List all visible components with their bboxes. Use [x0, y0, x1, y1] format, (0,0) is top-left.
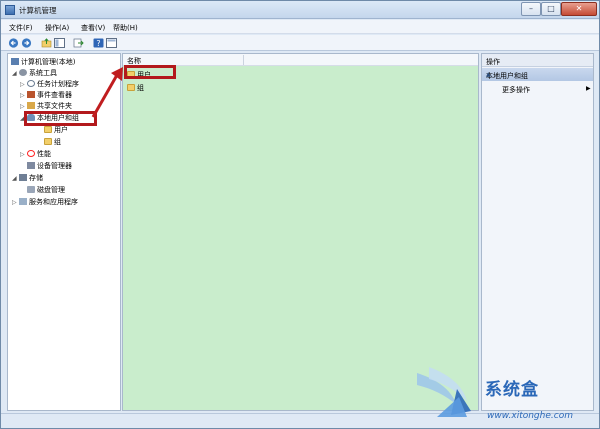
- collapse-triangle-icon[interactable]: ◢: [12, 173, 19, 184]
- submenu-arrow-icon[interactable]: ▶: [586, 85, 591, 92]
- help-icon[interactable]: ?: [93, 38, 104, 48]
- watermark-url: www.xitonghe.com: [487, 411, 573, 421]
- computer-icon: [11, 58, 19, 65]
- collapse-up-icon[interactable]: ▲: [486, 71, 590, 78]
- up-folder-icon[interactable]: [41, 38, 52, 48]
- tree-node-performance[interactable]: ▷ 性能: [20, 149, 51, 160]
- menu-help[interactable]: 帮助(H): [113, 23, 138, 33]
- expand-triangle-icon[interactable]: ▷: [20, 90, 27, 101]
- tree-node-groups[interactable]: 组: [44, 137, 61, 148]
- menu-file[interactable]: 文件(F): [9, 23, 33, 33]
- performance-icon: [27, 150, 35, 157]
- tree-node-storage[interactable]: ◢ 存储: [12, 173, 43, 184]
- highlight-box-users: [124, 65, 176, 79]
- disk-icon: [27, 186, 35, 193]
- computer-management-icon: [5, 5, 15, 15]
- window-title: 计算机管理: [19, 6, 57, 15]
- computer-management-window: 计算机管理 – □ ✕ 文件(F) 操作(A) 查看(V) 帮助(H) ? 计算…: [0, 0, 600, 429]
- title-bar: 计算机管理 – □ ✕: [1, 1, 599, 19]
- list-column-header: 名称: [123, 54, 478, 66]
- annotation-arrow: [91, 67, 123, 118]
- tree-node-event-viewer[interactable]: ▷ 事件查看器: [20, 90, 72, 101]
- actions-header: 操作: [482, 54, 593, 67]
- menu-bar: 文件(F) 操作(A) 查看(V) 帮助(H): [1, 20, 599, 34]
- tree-node-device-manager[interactable]: 设备管理器: [27, 161, 72, 172]
- content-list-pane: 名称 用户 组: [122, 53, 479, 411]
- forward-arrow-icon[interactable]: [21, 38, 32, 48]
- collapse-triangle-icon[interactable]: ◢: [12, 68, 19, 79]
- back-arrow-icon[interactable]: [8, 38, 19, 48]
- svg-text:?: ?: [96, 39, 100, 48]
- folder-icon: [44, 138, 52, 145]
- expand-triangle-icon[interactable]: ▷: [20, 79, 27, 90]
- maximize-button[interactable]: □: [541, 2, 561, 16]
- storage-icon: [19, 174, 27, 181]
- export-icon[interactable]: [73, 38, 84, 48]
- close-button[interactable]: ✕: [561, 2, 597, 16]
- toolbar: ?: [1, 35, 599, 51]
- shared-folder-icon: [27, 102, 35, 109]
- properties-icon[interactable]: [106, 38, 117, 48]
- menu-action[interactable]: 操作(A): [45, 23, 69, 33]
- column-divider[interactable]: [243, 55, 244, 65]
- tree-node-task-scheduler[interactable]: ▷ 任务计划程序: [20, 79, 79, 90]
- actions-section-local-users[interactable]: 本地用户和组 ▲: [482, 68, 593, 81]
- expand-triangle-icon[interactable]: ▷: [20, 149, 27, 160]
- minimize-button[interactable]: –: [521, 2, 541, 16]
- tree-node-disk-management[interactable]: 磁盘管理: [27, 185, 65, 196]
- clock-icon: [27, 80, 35, 87]
- menu-view[interactable]: 查看(V): [81, 23, 105, 33]
- more-actions-link[interactable]: 更多操作: [502, 85, 530, 95]
- tree-node-services-apps[interactable]: ▷ 服务和应用程序: [12, 197, 78, 208]
- device-manager-icon: [27, 162, 35, 169]
- show-hide-tree-icon[interactable]: [54, 38, 65, 48]
- expand-triangle-icon[interactable]: ▷: [12, 197, 19, 208]
- actions-pane: 操作 本地用户和组 ▲ 更多操作 ▶: [481, 53, 594, 411]
- tree-node-users[interactable]: 用户: [44, 125, 68, 136]
- folder-icon: [44, 126, 52, 133]
- tree-node-system-tools[interactable]: ◢ 系统工具: [12, 68, 57, 79]
- tree-node-root[interactable]: 计算机管理(本地): [11, 57, 75, 68]
- event-log-icon: [27, 91, 35, 98]
- watermark-brand: 系统盒: [485, 380, 539, 400]
- tools-icon: [19, 69, 27, 76]
- services-icon: [19, 198, 27, 205]
